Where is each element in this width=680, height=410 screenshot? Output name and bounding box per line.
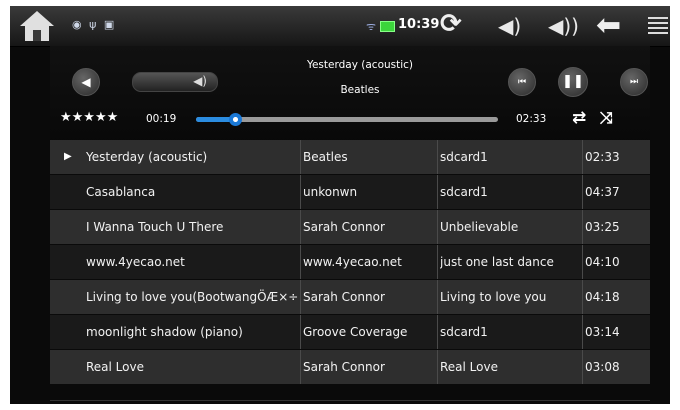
track-duration: 04:37 xyxy=(585,185,620,199)
column-divider xyxy=(582,140,583,174)
battery-icon xyxy=(380,21,395,32)
column-divider xyxy=(582,350,583,384)
track-list: ▶ Yesterday (acoustic) Beatles sdcard1 02:33… xyxy=(50,140,650,388)
track-title: Real Love xyxy=(86,360,144,374)
wifi-icon: ᯤ xyxy=(366,20,377,33)
column-divider xyxy=(300,350,301,384)
track-title: Living to love you(BootwangÖÆ×÷) xyxy=(86,290,298,304)
status-clock: 10:39 xyxy=(398,17,440,32)
track-title: Casablanca xyxy=(86,185,156,199)
column-divider xyxy=(437,280,438,314)
track-artist: www.4yecao.net xyxy=(303,255,402,269)
track-artist: unkonwn xyxy=(303,185,358,199)
column-divider xyxy=(300,315,301,349)
volume-up-icon[interactable]: ◀)) xyxy=(548,14,579,38)
progress-knob[interactable] xyxy=(229,113,243,126)
notification-icons: ◉ ψ ▣ xyxy=(72,18,117,31)
track-duration: 04:10 xyxy=(585,255,620,269)
track-artist: Beatles xyxy=(303,150,348,164)
track-duration: 03:14 xyxy=(585,325,620,339)
track-duration: 03:25 xyxy=(585,220,620,234)
progress-bar[interactable] xyxy=(196,113,498,126)
track-artist: Sarah Connor xyxy=(303,290,385,304)
track-row[interactable]: moonlight shadow (piano) Groove Coverage s… xyxy=(50,315,650,349)
volume-down-icon[interactable]: ◀) xyxy=(498,14,521,38)
track-title: www.4yecao.net xyxy=(86,255,185,269)
track-album: sdcard1 xyxy=(440,325,488,339)
tablet-screen: ◉ ψ ▣ ᯤ 10:39 ⟳ ◀) ◀)) ⬅ ◀ ◀) Yesterday … xyxy=(10,6,670,404)
refresh-icon[interactable]: ⟳ xyxy=(440,9,462,39)
column-divider xyxy=(437,210,438,244)
track-row[interactable]: Casablanca unkonwn sdcard1 04:37 xyxy=(50,175,650,209)
column-divider xyxy=(437,175,438,209)
track-row[interactable]: ▶ Yesterday (acoustic) Beatles sdcard1 02:33 xyxy=(50,140,650,174)
column-divider xyxy=(437,140,438,174)
track-artist: Sarah Connor xyxy=(303,220,385,234)
now-playing-title: Yesterday (acoustic) xyxy=(306,59,414,71)
column-divider xyxy=(582,315,583,349)
now-playing-artist: Beatles xyxy=(340,84,380,96)
track-album: just one last dance xyxy=(440,255,554,269)
column-divider xyxy=(300,210,301,244)
repeat-icon[interactable]: ⇄ xyxy=(572,108,586,128)
volume-slider[interactable]: ◀) xyxy=(132,72,218,92)
column-divider xyxy=(437,245,438,279)
track-row[interactable]: www.4yecao.net www.4yecao.net just one las… xyxy=(50,245,650,279)
column-divider xyxy=(437,350,438,384)
track-duration: 04:18 xyxy=(585,290,620,304)
pause-icon[interactable]: ❚❚ xyxy=(558,67,588,97)
track-title: moonlight shadow (piano) xyxy=(86,325,243,339)
back-arrow-icon[interactable]: ◀ xyxy=(72,68,100,96)
elapsed-time: 00:19 xyxy=(146,113,177,125)
track-artist: Groove Coverage xyxy=(303,325,408,339)
column-divider xyxy=(300,140,301,174)
now-playing-indicator-icon: ▶ xyxy=(64,151,72,162)
track-row[interactable]: I Wanna Touch U There Sarah Connor Unbelie… xyxy=(50,210,650,244)
next-track-icon[interactable]: ⏭ xyxy=(620,68,648,96)
track-row[interactable]: Real Love Sarah Connor Real Love 03:08 xyxy=(50,350,650,384)
track-album: Unbelievable xyxy=(440,220,519,234)
rating-stars[interactable]: ★★★★★ xyxy=(60,110,118,125)
column-divider xyxy=(582,210,583,244)
total-time: 02:33 xyxy=(516,113,547,125)
previous-track-icon[interactable]: ⏮ xyxy=(508,68,536,96)
column-divider xyxy=(437,315,438,349)
column-divider xyxy=(582,245,583,279)
track-title: I Wanna Touch U There xyxy=(86,220,224,234)
track-album: sdcard1 xyxy=(440,150,488,164)
track-album: Living to love you xyxy=(440,290,547,304)
track-album: sdcard1 xyxy=(440,185,488,199)
track-row[interactable]: Living to love you(BootwangÖÆ×÷) Sarah Co… xyxy=(50,280,650,314)
shuffle-icon[interactable]: ⤨ xyxy=(600,108,613,128)
volume-icon: ◀) xyxy=(193,74,207,88)
track-duration: 02:33 xyxy=(585,150,620,164)
home-icon[interactable] xyxy=(18,9,58,43)
column-divider xyxy=(300,245,301,279)
status-bar: ◉ ψ ▣ ᯤ 10:39 ⟳ ◀) ◀)) ⬅ xyxy=(10,6,670,47)
column-divider xyxy=(582,175,583,209)
list-bottom-divider xyxy=(50,400,650,401)
track-title: Yesterday (acoustic) xyxy=(86,150,208,164)
back-icon[interactable]: ⬅ xyxy=(596,8,621,43)
column-divider xyxy=(300,175,301,209)
track-album: Real Love xyxy=(440,360,498,374)
player-controls: ◀ ◀) Yesterday (acoustic) Beatles ⏮ ❚❚ ⏭… xyxy=(50,46,650,146)
menu-icon[interactable] xyxy=(648,17,668,35)
column-divider xyxy=(300,280,301,314)
track-duration: 03:08 xyxy=(585,360,620,374)
track-artist: Sarah Connor xyxy=(303,360,385,374)
column-divider xyxy=(582,280,583,314)
